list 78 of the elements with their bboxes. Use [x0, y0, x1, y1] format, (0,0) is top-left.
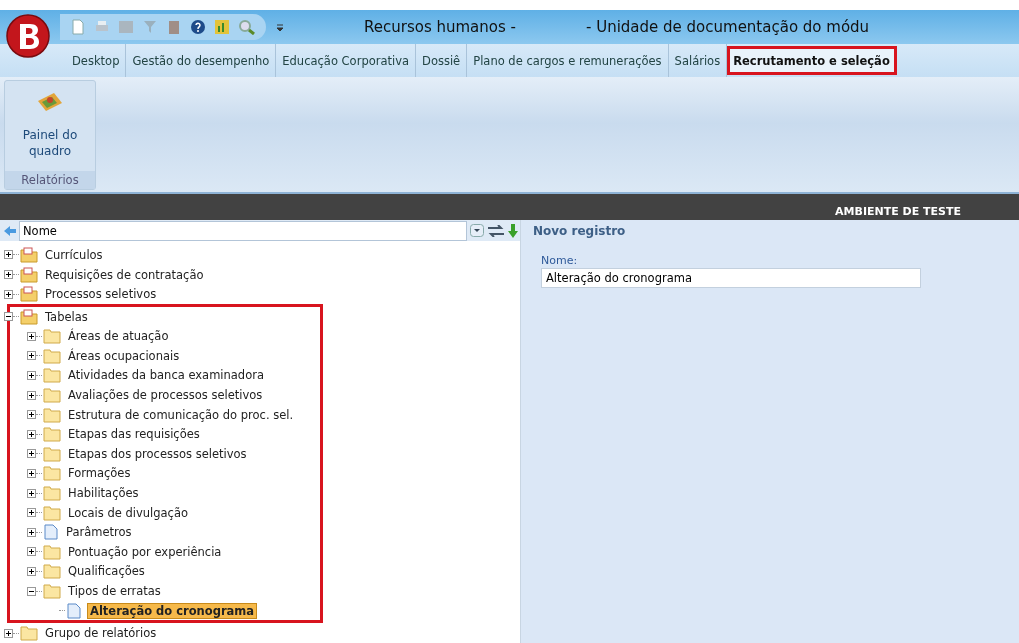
folder-icon [43, 563, 61, 580]
banner-text: AMBIENTE DE TESTE [835, 205, 961, 220]
expander-icon[interactable] [27, 410, 36, 420]
expander-icon[interactable] [27, 488, 36, 498]
folder-icon [43, 406, 61, 423]
folder-icon [43, 347, 61, 364]
folder-icon [43, 445, 61, 462]
dashboard-icon [36, 91, 64, 113]
folder-icon [43, 504, 61, 521]
file-cabinet-icon [20, 266, 38, 283]
tree-item[interactable]: Locais de divulgação [66, 505, 191, 520]
expander-icon[interactable] [27, 351, 36, 361]
expander-icon[interactable] [27, 468, 36, 478]
form-heading: Novo registro [533, 224, 627, 240]
dashboard-button[interactable]: Painel do quadro [9, 81, 91, 160]
window-title: Recursos humanos - [364, 18, 516, 36]
document-icon [43, 524, 59, 541]
tree-item[interactable]: Processos seletivos [43, 287, 159, 302]
field-label: Nome: [541, 254, 579, 267]
name-field[interactable]: Alteração do cronograma [541, 268, 921, 288]
down-arrow-icon[interactable] [508, 223, 518, 238]
tree-item[interactable]: Tabelas [43, 309, 90, 324]
tree-item[interactable]: Qualificações [66, 564, 147, 579]
file-cabinet-icon [20, 246, 38, 263]
expander-icon[interactable] [27, 527, 36, 537]
folder-icon [43, 328, 61, 345]
expander-icon[interactable] [4, 312, 13, 322]
expander-icon[interactable] [4, 270, 13, 279]
tree-item[interactable]: Pontuação por experiência [66, 544, 224, 559]
chart-icon[interactable] [214, 19, 230, 35]
tree-item[interactable]: Grupo de relatórios [43, 626, 159, 641]
expander-icon[interactable] [27, 331, 36, 341]
expander-icon[interactable] [27, 449, 36, 459]
expander-icon[interactable] [27, 371, 36, 380]
tree-item[interactable]: Parâmetros [64, 525, 134, 540]
expander-icon[interactable] [27, 586, 36, 596]
expander-icon[interactable] [27, 429, 36, 439]
tree-item[interactable]: Habilitações [66, 486, 141, 501]
folder-icon [43, 387, 61, 404]
expander-icon[interactable] [4, 289, 13, 299]
folder-icon [43, 583, 61, 599]
expander-icon[interactable] [27, 566, 36, 576]
tree-item[interactable]: Avaliações de processos seletivos [66, 388, 265, 403]
file-cabinet-icon [20, 308, 38, 325]
expander-icon[interactable] [27, 547, 36, 557]
folder-icon [43, 543, 61, 560]
expander-icon[interactable] [4, 628, 13, 638]
tree-item[interactable]: Áreas de atuação [66, 329, 171, 344]
folder-icon [43, 465, 61, 482]
expander-icon[interactable] [27, 390, 36, 400]
tree-item[interactable]: Estrutura de comunicação do proc. sel. [66, 407, 296, 422]
swap-arrows-icon[interactable] [487, 224, 505, 237]
document-icon [66, 602, 82, 619]
tree-item[interactable]: Formações [66, 466, 133, 481]
sort-field[interactable]: Nome [19, 220, 467, 241]
window-title: - Unidade de documentação do módu [586, 18, 870, 36]
tree-item[interactable]: Requisições de contratação [43, 267, 206, 282]
folder-icon [43, 426, 61, 443]
group-label: Relatórios [5, 171, 95, 189]
ribbon-tab[interactable]: Recrutamento e seleção [727, 46, 897, 75]
tree-item[interactable]: Tipos de erratas [66, 584, 163, 598]
file-cabinet-icon [20, 286, 38, 303]
clipboard-icon[interactable] [166, 19, 182, 35]
help-icon[interactable] [190, 19, 206, 35]
tree-item[interactable]: Alteração do cronograma [87, 602, 258, 619]
tree-item[interactable]: Etapas das requisições [66, 427, 202, 442]
tree-item[interactable]: Áreas ocupacionais [66, 348, 182, 363]
tree-item[interactable]: Currículos [43, 247, 105, 262]
search-icon[interactable] [238, 19, 256, 35]
tree-item[interactable]: Atividades da banca examinadora [66, 368, 266, 383]
folder-icon [20, 625, 38, 642]
expander-icon[interactable] [4, 250, 13, 260]
expander-icon[interactable] [27, 508, 36, 518]
customize-dropdown-icon[interactable] [276, 22, 284, 32]
tree-item[interactable]: Etapas dos processos seletivos [66, 446, 249, 461]
folder-icon [43, 367, 61, 384]
dropdown-icon[interactable] [470, 224, 484, 238]
folder-icon [43, 485, 61, 502]
